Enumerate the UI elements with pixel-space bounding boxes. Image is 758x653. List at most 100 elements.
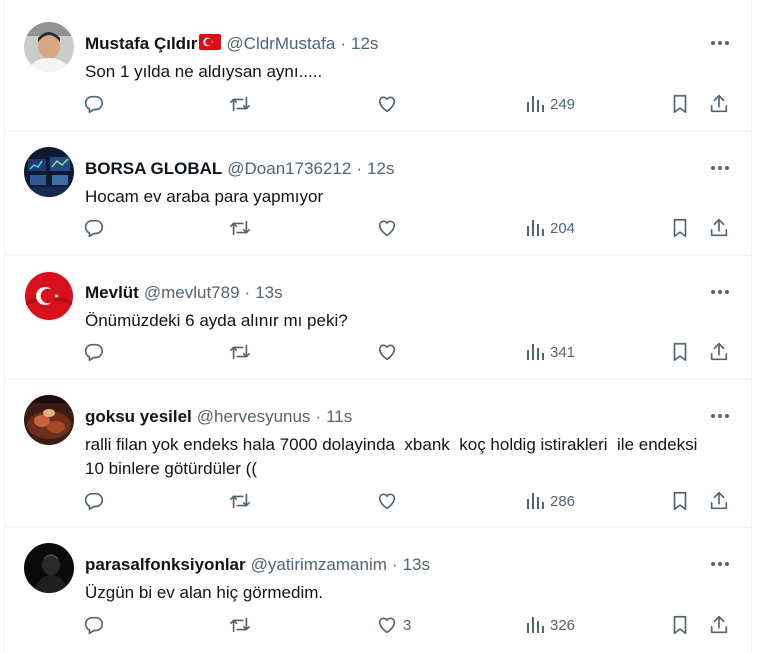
heart-icon [376, 341, 398, 363]
share-icon [708, 490, 730, 512]
reply-button[interactable] [83, 489, 105, 513]
separator-dot: · [391, 555, 398, 574]
retweet-button[interactable] [229, 613, 251, 637]
tweet-text: Önümüzdeki 6 ayda alınır mı peki? [85, 311, 348, 330]
retweet-button[interactable] [229, 92, 251, 116]
like-button[interactable] [376, 92, 403, 116]
more-options-icon[interactable] [709, 34, 731, 52]
action-bar: 3 326 [81, 613, 733, 637]
share-button[interactable] [708, 216, 730, 240]
author-handle[interactable]: @hervesyunus [197, 407, 311, 427]
separator-dot: · [315, 407, 322, 426]
view-count: 326 [550, 616, 576, 634]
author-name[interactable]: BORSA GLOBAL [85, 159, 222, 179]
heart-icon [376, 217, 398, 239]
reply-button[interactable] [83, 216, 105, 240]
author-handle[interactable]: @mevlut789 [144, 283, 240, 303]
separator-dot: · [356, 159, 363, 178]
views-button[interactable]: 249 [525, 92, 575, 116]
avatar[interactable] [24, 147, 74, 197]
author-name[interactable]: Mevlüt [85, 283, 139, 303]
view-count: 204 [550, 219, 576, 237]
timestamp[interactable]: 13s [403, 555, 430, 575]
bookmark-button[interactable] [669, 216, 691, 240]
like-button[interactable] [376, 489, 403, 513]
share-button[interactable] [708, 92, 730, 116]
retweet-icon [229, 490, 251, 512]
reply-icon [83, 93, 105, 115]
retweet-icon [229, 614, 251, 636]
more-options-icon[interactable] [709, 407, 731, 425]
views-button[interactable]: 326 [525, 613, 575, 637]
author-handle[interactable]: @CldrMustafa [226, 34, 335, 54]
reply-button[interactable] [83, 613, 105, 637]
more-options-icon[interactable] [709, 283, 731, 301]
view-count: 249 [550, 95, 576, 113]
retweet-button[interactable] [229, 489, 251, 513]
timestamp[interactable]: 11s [326, 407, 352, 427]
views-icon [525, 218, 545, 238]
author-name[interactable]: goksu yesilel [85, 407, 192, 427]
more-options-icon[interactable] [709, 555, 731, 573]
action-bar: 341 [81, 340, 733, 364]
bookmark-icon [669, 614, 691, 636]
retweet-button[interactable] [229, 340, 251, 364]
separator-dot: · [244, 283, 251, 302]
views-icon [525, 491, 545, 511]
reply-icon [83, 217, 105, 239]
share-button[interactable] [708, 340, 730, 364]
reply-button[interactable] [83, 92, 105, 116]
action-bar: 204 [81, 216, 733, 240]
author-name[interactable]: parasalfonksiyonlar [85, 555, 246, 575]
bookmark-icon [669, 93, 691, 115]
views-button[interactable]: 341 [525, 340, 575, 364]
share-icon [708, 341, 730, 363]
action-bar: 249 [81, 92, 733, 116]
view-count: 341 [550, 343, 576, 361]
views-button[interactable]: 286 [525, 489, 575, 513]
more-options-icon[interactable] [709, 159, 731, 177]
avatar[interactable] [24, 395, 74, 445]
views-icon [525, 94, 545, 114]
tweet-feed: Mustafa Çıldır @CldrMustafa · 12s Son 1 … [4, 0, 753, 653]
like-button[interactable] [376, 340, 403, 364]
timestamp[interactable]: 12s [351, 34, 378, 54]
avatar[interactable] [24, 271, 74, 321]
share-icon [708, 614, 730, 636]
author-handle[interactable]: @Doan1736212 [227, 159, 351, 179]
avatar[interactable] [24, 22, 74, 72]
tweet[interactable]: parasalfonksiyonlar @yatirimzamanim · 13… [5, 529, 753, 653]
share-button[interactable] [708, 489, 730, 513]
tweet-text: Hocam ev araba para yapmıyor [85, 187, 324, 206]
share-button[interactable] [708, 613, 730, 637]
tweet-text: Son 1 yılda ne aldıysan aynı..... [85, 62, 323, 81]
tweet[interactable]: BORSA GLOBAL @Doan1736212 · 12s Hocam ev… [5, 133, 753, 256]
like-button[interactable]: 3 [376, 613, 411, 637]
retweet-icon [229, 341, 251, 363]
reply-button[interactable] [83, 340, 105, 364]
like-button[interactable] [376, 216, 403, 240]
retweet-icon [229, 217, 251, 239]
bookmark-button[interactable] [669, 92, 691, 116]
bookmark-icon [669, 217, 691, 239]
avatar[interactable] [24, 543, 74, 593]
timestamp[interactable]: 13s [255, 283, 282, 303]
retweet-button[interactable] [229, 216, 251, 240]
tweet[interactable]: Mevlüt @mevlut789 · 13s Önümüzdeki 6 ayd… [5, 257, 753, 380]
timestamp[interactable]: 12s [367, 159, 394, 179]
reply-icon [83, 341, 105, 363]
author-handle[interactable]: @yatirimzamanim [251, 555, 387, 575]
bookmark-button[interactable] [669, 613, 691, 637]
reply-icon [83, 614, 105, 636]
bookmark-button[interactable] [669, 340, 691, 364]
bookmark-button[interactable] [669, 489, 691, 513]
views-button[interactable]: 204 [525, 216, 575, 240]
heart-icon [376, 490, 398, 512]
heart-icon [376, 614, 398, 636]
tweet[interactable]: goksu yesilel @hervesyunus · 11s ralli f… [5, 381, 753, 528]
tweet[interactable]: Mustafa Çıldır @CldrMustafa · 12s Son 1 … [5, 8, 753, 132]
author-name[interactable]: Mustafa Çıldır [85, 34, 197, 54]
action-bar: 286 [81, 489, 733, 513]
like-count: 3 [403, 616, 412, 634]
bookmark-icon [669, 490, 691, 512]
